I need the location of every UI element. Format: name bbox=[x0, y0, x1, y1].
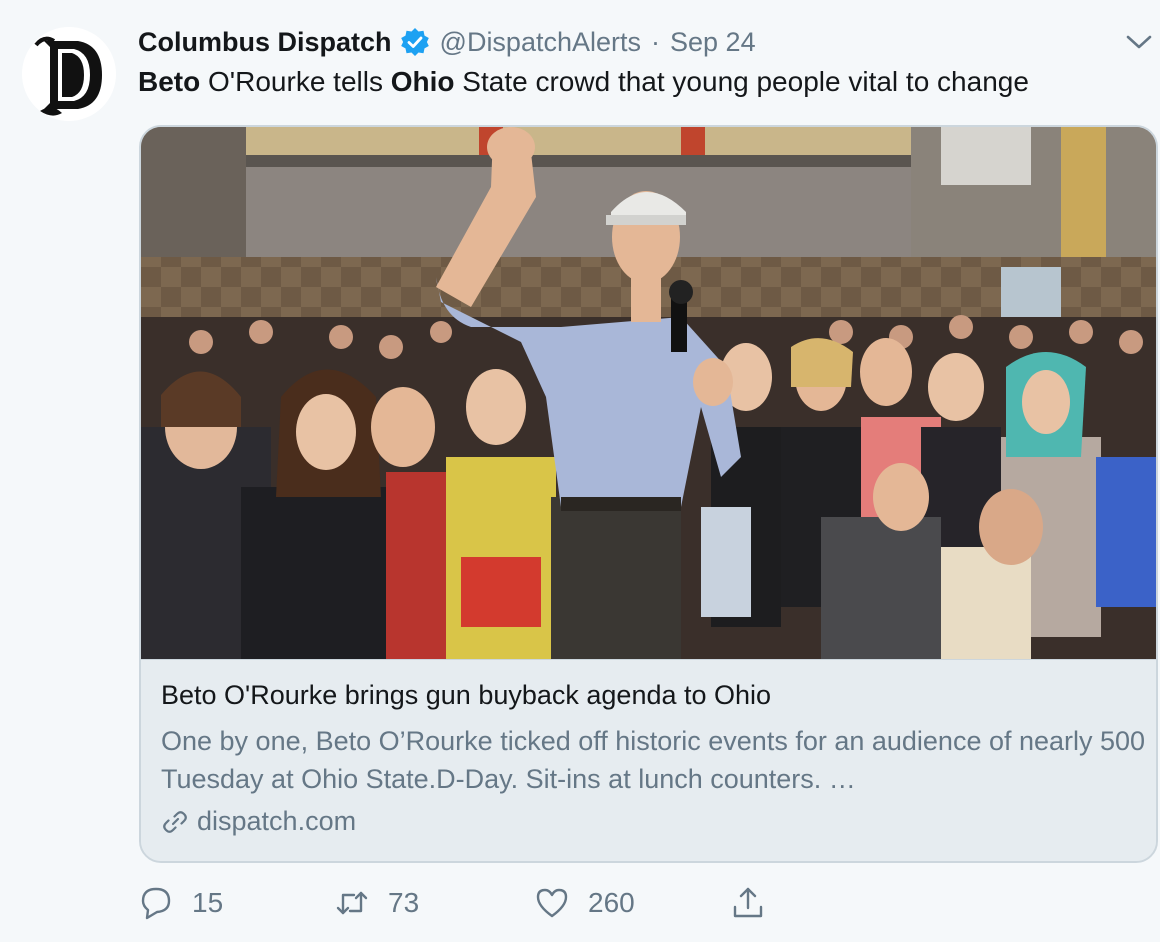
separator-dot: · bbox=[651, 26, 661, 57]
reply-icon bbox=[141, 887, 171, 920]
card-domain[interactable]: dispatch.com bbox=[161, 806, 356, 837]
card-title[interactable]: Beto O'Rourke brings gun buyback agenda … bbox=[161, 680, 771, 711]
rally-photo-icon bbox=[141, 127, 1156, 659]
card-domain-text: dispatch.com bbox=[197, 806, 357, 836]
link-icon bbox=[163, 810, 187, 833]
retweet-button[interactable]: 73 bbox=[334, 878, 419, 928]
share-button[interactable] bbox=[730, 878, 766, 928]
card-description: One by one, Beto O’Rourke ticked off his… bbox=[161, 726, 1146, 794]
tweet-date[interactable]: Sep 24 bbox=[670, 27, 756, 58]
retweet-count: 73 bbox=[388, 887, 420, 918]
reply-button[interactable]: 15 bbox=[138, 878, 223, 928]
link-card[interactable]: Beto O'Rourke brings gun buyback agenda … bbox=[139, 125, 1158, 863]
tweet-actions: 15 73 260 bbox=[138, 878, 1038, 928]
heart-icon bbox=[536, 888, 568, 918]
tweet[interactable]: Columbus Dispatch @DispatchAlerts · Sep … bbox=[0, 0, 1160, 942]
tweet-text: Beto O'Rourke tells Ohio State crowd tha… bbox=[138, 66, 1029, 98]
display-name[interactable]: Columbus Dispatch bbox=[138, 27, 392, 58]
tweet-header: Columbus Dispatch @DispatchAlerts · Sep … bbox=[138, 22, 756, 62]
reply-count: 15 bbox=[192, 887, 224, 918]
tweet-text-part-2: O'Rourke tells bbox=[200, 66, 391, 97]
card-body: Beto O'Rourke brings gun buyback agenda … bbox=[141, 659, 1156, 861]
like-count: 260 bbox=[588, 887, 635, 918]
avatar[interactable] bbox=[22, 27, 116, 121]
handle[interactable]: @DispatchAlerts bbox=[440, 27, 641, 58]
retweet-icon bbox=[336, 891, 368, 915]
like-button[interactable]: 260 bbox=[534, 878, 635, 928]
tweet-text-bold-1: Beto bbox=[138, 66, 201, 97]
tweet-text-part-4: State crowd that young people vital to c… bbox=[454, 66, 1029, 97]
verified-badge-icon bbox=[400, 28, 429, 56]
dispatch-d-logo-icon bbox=[22, 27, 116, 121]
tweet-text-bold-2: Ohio bbox=[390, 66, 455, 97]
share-icon bbox=[733, 887, 763, 918]
chevron-down-icon[interactable] bbox=[1124, 30, 1154, 54]
card-image[interactable] bbox=[141, 127, 1156, 659]
